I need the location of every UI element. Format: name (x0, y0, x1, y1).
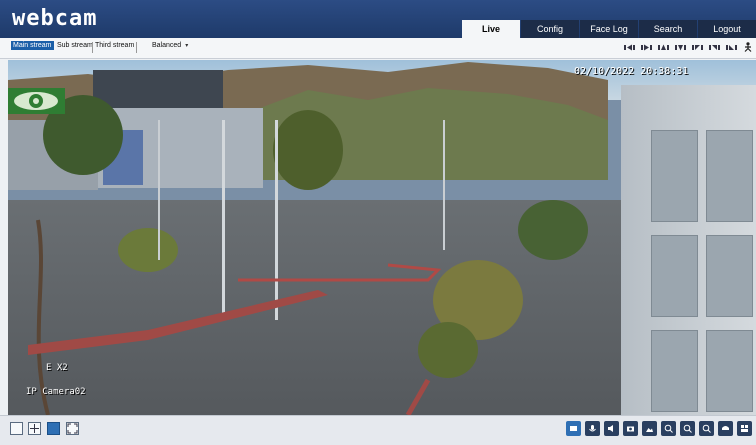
record-icon[interactable] (566, 421, 581, 436)
tab-live[interactable]: Live (462, 20, 520, 38)
ptz-up-icon[interactable] (658, 42, 669, 52)
talk-icon[interactable] (585, 421, 600, 436)
webcam-live-view: webcam Live Config Face Log Search Logou… (0, 0, 756, 445)
ptz-right-up-icon[interactable] (709, 42, 720, 52)
sub-stream-button[interactable]: Sub stream (57, 42, 93, 49)
tab-logout[interactable]: Logout (698, 20, 756, 38)
eye-icon (8, 88, 65, 114)
image-icon[interactable] (642, 421, 657, 436)
zoom-out-icon[interactable] (680, 421, 695, 436)
stream-toolbar: Main stream Sub stream Third stream Bala… (0, 38, 756, 59)
building-panel (706, 330, 753, 412)
audio-icon[interactable] (604, 421, 619, 436)
ptz-left-up-icon[interactable] (692, 42, 703, 52)
zoom-in-icon[interactable] (661, 421, 676, 436)
caret-down-icon: ▾ (185, 43, 189, 49)
ptz-down-icon[interactable] (675, 42, 686, 52)
ptz-left-down-icon[interactable] (726, 42, 737, 52)
app-logo: webcam (12, 6, 98, 31)
snapshot-icon[interactable] (623, 421, 638, 436)
curbs (28, 263, 442, 415)
fit-window-icon[interactable] (10, 422, 23, 435)
building-panel (651, 235, 698, 317)
tab-search[interactable]: Search (639, 20, 697, 38)
main-nav: Live Config Face Log Search Logout (461, 20, 756, 38)
divider (136, 42, 137, 53)
tab-face-log[interactable]: Face Log (580, 20, 638, 38)
ptz-right-icon[interactable] (641, 42, 652, 52)
camera-name-overlay: IP Camera02 (26, 387, 86, 397)
building-panel (651, 130, 698, 222)
building-panel (706, 130, 753, 222)
quality-select[interactable]: Balanced ▾ (152, 42, 188, 49)
timestamp-overlay: 02/10/2022 20:38:31 (574, 66, 689, 77)
building-panel (706, 235, 753, 317)
layout-icon[interactable] (737, 421, 752, 436)
right-building (621, 85, 756, 415)
fullscreen-icon[interactable] (66, 422, 79, 435)
bottom-toolbar (0, 415, 756, 445)
third-stream-button[interactable]: Third stream (95, 42, 134, 49)
zoom-level-overlay: E X2 (46, 363, 68, 373)
top-header: webcam Live Config Face Log Search Logou… (0, 0, 756, 38)
main-stream-button[interactable]: Main stream (11, 41, 54, 50)
building-panel (651, 330, 698, 412)
zoom-reset-icon[interactable] (699, 421, 714, 436)
person-icon[interactable] (742, 42, 753, 52)
ptz-left-icon[interactable] (624, 42, 635, 52)
original-size-icon[interactable] (47, 422, 60, 435)
tab-config[interactable]: Config (521, 20, 579, 38)
quality-select-value: Balanced (152, 42, 182, 49)
divider (92, 42, 93, 53)
move-icon[interactable] (28, 422, 41, 435)
ptz-icon[interactable] (718, 421, 733, 436)
live-video-feed[interactable]: 02/10/2022 20:38:31 E X2 IP Camera02 (8, 60, 756, 415)
